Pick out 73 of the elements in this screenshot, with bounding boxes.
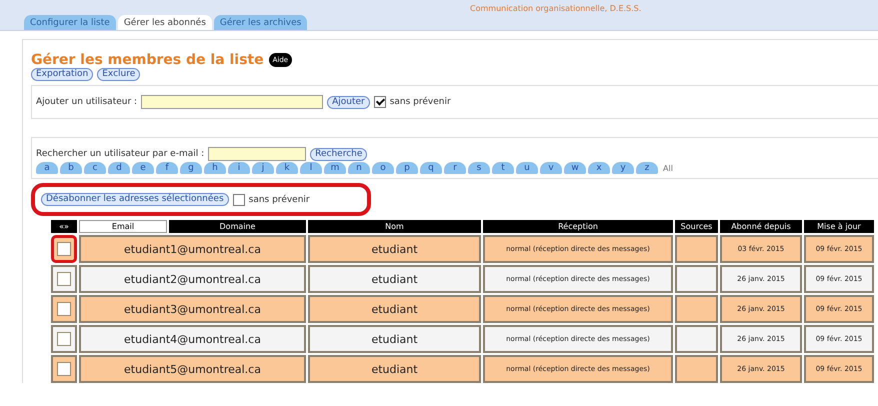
column-header[interactable]: Email (79, 220, 167, 233)
name-cell: etudiant (308, 355, 481, 383)
column-header[interactable]: Nom (308, 220, 481, 233)
letter-filter-button[interactable]: m (324, 162, 346, 174)
letter-filter-button[interactable]: j (252, 162, 274, 174)
sources-cell (675, 325, 718, 353)
letter-filter-button[interactable]: w (564, 162, 586, 174)
letter-filter-button[interactable]: i (228, 162, 250, 174)
letter-filter-button[interactable]: n (348, 162, 370, 174)
email-cell: etudiant4@umontreal.ca (79, 325, 306, 353)
letter-filter-button[interactable]: f (156, 162, 178, 174)
search-label: Rechercher un utilisateur par e-mail : (36, 149, 204, 159)
letter-filter-button[interactable]: e (132, 162, 154, 174)
sources-cell (675, 265, 718, 293)
column-header[interactable]: Réception (483, 220, 673, 233)
column-header[interactable]: Abonné depuis (720, 220, 802, 233)
name-cell: etudiant (308, 295, 481, 323)
tab[interactable]: Gérer les archives (214, 15, 308, 30)
add-user-label: Ajouter un utilisateur : (36, 97, 138, 107)
tab[interactable]: Gérer les abonnés (118, 15, 212, 30)
unsubscribe-button[interactable]: Désabonner les adresses sélectionnées (41, 193, 229, 206)
name-cell: etudiant (308, 235, 481, 263)
checkbox[interactable] (232, 194, 245, 206)
add-user-field[interactable] (141, 95, 324, 109)
action-button[interactable]: Exportation (31, 68, 94, 81)
row-checkbox[interactable] (57, 242, 71, 256)
letter-filter-button[interactable]: b (60, 162, 82, 174)
email-cell: etudiant3@umontreal.ca (79, 295, 306, 323)
all-filter-link[interactable]: All (660, 164, 676, 172)
letter-filter-button[interactable]: x (588, 162, 610, 174)
letter-filter-button[interactable]: t (492, 162, 514, 174)
name-cell: etudiant (308, 325, 481, 353)
search-button[interactable]: Recherche (310, 148, 368, 160)
letter-filter-button[interactable]: h (204, 162, 226, 174)
letter-filter-button[interactable]: s (468, 162, 490, 174)
column-header[interactable]: Sources (675, 220, 718, 233)
letter-filter-button[interactable]: d (108, 162, 130, 174)
sources-cell (675, 295, 718, 323)
page-heading: Gérer les membres de la liste (31, 52, 264, 68)
letter-filter-button[interactable]: l (300, 162, 322, 174)
sources-cell (675, 355, 718, 383)
letter-filter-button[interactable]: a (36, 162, 58, 174)
column-header[interactable]: Mise à jour (804, 220, 874, 233)
tab[interactable]: Configurer la liste (24, 15, 116, 30)
sources-cell (675, 235, 718, 263)
letter-filter-button[interactable]: k (276, 162, 298, 174)
letter-filter-button[interactable]: q (420, 162, 442, 174)
letter-filter-button[interactable]: c (84, 162, 106, 174)
name-cell: etudiant (308, 265, 481, 293)
letter-filter-button[interactable]: y (612, 162, 634, 174)
row-checkbox[interactable] (57, 272, 71, 286)
row-checkbox[interactable] (57, 302, 71, 316)
checkbox-label: sans prévenir (390, 97, 451, 107)
list-title: Communication organisationnelle, D.E.S.S. (470, 4, 642, 13)
letter-filter-button[interactable]: o (372, 162, 394, 174)
letter-filter-button[interactable]: z (636, 162, 658, 174)
email-cell: etudiant2@umontreal.ca (79, 265, 306, 293)
row-checkbox[interactable] (57, 332, 71, 346)
email-cell: etudiant5@umontreal.ca (79, 355, 306, 383)
checkbox-label: sans prévenir (248, 194, 310, 204)
letter-filter-button[interactable]: p (396, 162, 418, 174)
search-field[interactable] (208, 147, 306, 161)
letter-filter-button[interactable]: g (180, 162, 202, 174)
column-header[interactable]: Domaine (169, 220, 306, 233)
checkbox[interactable] (374, 96, 386, 108)
action-button[interactable]: Exclure (97, 68, 140, 81)
column-header[interactable]: «» (51, 220, 77, 233)
letter-filter-button[interactable]: v (540, 162, 562, 174)
letter-filter-button[interactable]: u (516, 162, 538, 174)
add-button[interactable]: Ajouter (327, 96, 370, 108)
letter-filter-button[interactable]: r (444, 162, 466, 174)
email-cell: etudiant1@umontreal.ca (79, 235, 306, 263)
row-checkbox[interactable] (57, 362, 71, 376)
